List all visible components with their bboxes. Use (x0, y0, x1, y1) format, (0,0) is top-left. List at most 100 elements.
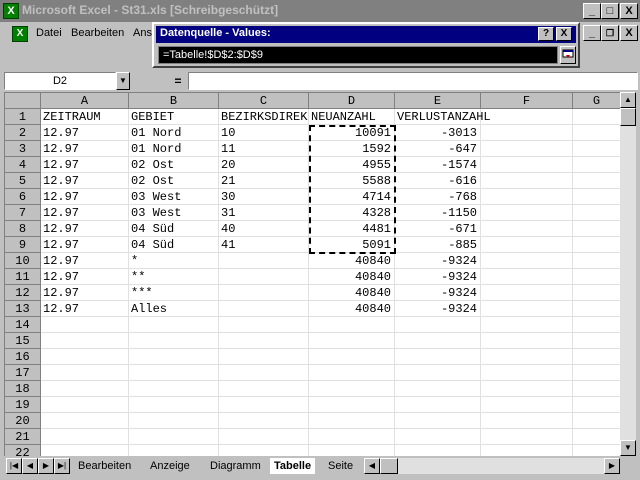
doc-minimize-button[interactable]: _ (583, 25, 601, 41)
cell-c8[interactable]: 40 (221, 221, 235, 237)
column-header-f[interactable]: F (481, 93, 573, 109)
doc-close-button[interactable]: X (620, 25, 638, 41)
row-header-6[interactable]: 6 (5, 189, 41, 205)
cell-e7[interactable]: -1150 (395, 205, 477, 221)
cell-b6[interactable]: 03 West (131, 189, 181, 205)
row-header-22[interactable]: 22 (5, 445, 41, 456)
row-header-21[interactable]: 21 (5, 429, 41, 445)
cell-e9[interactable]: -885 (395, 237, 477, 253)
cell-e11[interactable]: -9324 (395, 269, 477, 285)
cell-d10[interactable]: 40840 (309, 253, 391, 269)
row-header-15[interactable]: 15 (5, 333, 41, 349)
row-header-2[interactable]: 2 (5, 125, 41, 141)
column-header-a[interactable]: A (41, 93, 129, 109)
row-header-12[interactable]: 12 (5, 285, 41, 301)
row-header-19[interactable]: 19 (5, 397, 41, 413)
name-box[interactable]: D2 (4, 72, 116, 90)
cell-e8[interactable]: -671 (395, 221, 477, 237)
column-header-c[interactable]: C (219, 93, 309, 109)
row-header-17[interactable]: 17 (5, 365, 41, 381)
cell-a4[interactable]: 12.97 (43, 157, 79, 173)
sheet-tab-bearbeiten[interactable]: Bearbeiten (78, 458, 131, 474)
header-cell-c[interactable]: BEZIRKSDIREK (221, 109, 307, 125)
cell-e6[interactable]: -768 (395, 189, 477, 205)
cell-e4[interactable]: -1574 (395, 157, 477, 173)
row-header-20[interactable]: 20 (5, 413, 41, 429)
cell-b10[interactable]: * (131, 253, 138, 269)
cell-b4[interactable]: 02 Ost (131, 157, 174, 173)
cell-c7[interactable]: 31 (221, 205, 235, 221)
first-sheet-icon[interactable]: |◀ (6, 458, 22, 474)
row-header-4[interactable]: 4 (5, 157, 41, 173)
row-header-3[interactable]: 3 (5, 141, 41, 157)
sheet-tab-tabelle[interactable]: Tabelle (270, 458, 316, 474)
row-header-16[interactable]: 16 (5, 349, 41, 365)
next-sheet-icon[interactable]: ▶ (38, 458, 54, 474)
row-header-8[interactable]: 8 (5, 221, 41, 237)
maximize-button[interactable]: □ (601, 3, 619, 19)
cell-e2[interactable]: -3013 (395, 125, 477, 141)
cell-b5[interactable]: 02 Ost (131, 173, 174, 189)
row-header-14[interactable]: 14 (5, 317, 41, 333)
cell-c4[interactable]: 20 (221, 157, 235, 173)
header-cell-e[interactable]: VERLUSTANZAHL (397, 109, 491, 125)
sheet-tab-anzeige[interactable]: Anzeige (150, 458, 190, 474)
cell-a9[interactable]: 12.97 (43, 237, 79, 253)
scroll-up-icon[interactable]: ▲ (620, 92, 636, 108)
header-cell-d[interactable]: NEUANZAHL (311, 109, 376, 125)
vertical-scroll-thumb[interactable] (620, 108, 636, 126)
cell-c6[interactable]: 30 (221, 189, 235, 205)
cell-b13[interactable]: Alles (131, 301, 167, 317)
column-header-g[interactable]: G (573, 93, 620, 109)
row-header-18[interactable]: 18 (5, 381, 41, 397)
cell-a12[interactable]: 12.97 (43, 285, 79, 301)
name-box-dropdown-icon[interactable]: ▼ (116, 72, 130, 90)
column-header-e[interactable]: E (395, 93, 481, 109)
row-header-11[interactable]: 11 (5, 269, 41, 285)
cell-b8[interactable]: 04 Süd (131, 221, 174, 237)
range-input[interactable]: =Tabelle!$D$2:$D$9 (158, 46, 558, 64)
vertical-scrollbar[interactable]: ▲ ▼ (620, 92, 636, 456)
dialog-close-button[interactable]: X (556, 27, 572, 41)
cell-d12[interactable]: 40840 (309, 285, 391, 301)
cell-a2[interactable]: 12.97 (43, 125, 79, 141)
cell-a6[interactable]: 12.97 (43, 189, 79, 205)
workbook-icon[interactable]: X (12, 26, 28, 42)
sheet-tab-diagramm[interactable]: Diagramm (210, 458, 261, 474)
edit-formula-button[interactable]: = (170, 72, 186, 90)
last-sheet-icon[interactable]: ▶| (54, 458, 70, 474)
dialog-help-button[interactable]: ? (538, 27, 554, 41)
worksheet-grid[interactable]: A B C D E F G 1 2 3 4 5 6 7 8 9 10 11 12 13 14 15 16 17 18 19 20 21… (4, 92, 620, 456)
cell-a7[interactable]: 12.97 (43, 205, 79, 221)
row-header-9[interactable]: 9 (5, 237, 41, 253)
cell-c3[interactable]: 11 (221, 141, 235, 157)
formula-input[interactable] (188, 72, 638, 90)
cell-a10[interactable]: 12.97 (43, 253, 79, 269)
cell-c9[interactable]: 41 (221, 237, 235, 253)
excel-app-icon[interactable]: X (3, 3, 19, 19)
menu-datei[interactable]: Datei (36, 27, 62, 39)
horizontal-scroll-thumb[interactable] (380, 458, 398, 474)
cell-c2[interactable]: 10 (221, 125, 235, 141)
scroll-down-icon[interactable]: ▼ (620, 440, 636, 456)
cell-a5[interactable]: 12.97 (43, 173, 79, 189)
cell-d13[interactable]: 40840 (309, 301, 391, 317)
cell-e10[interactable]: -9324 (395, 253, 477, 269)
menu-bearbeiten[interactable]: Bearbeiten (71, 27, 124, 39)
row-header-1[interactable]: 1 (5, 109, 41, 125)
cell-e13[interactable]: -9324 (395, 301, 477, 317)
sheet-tab-seite[interactable]: Seite (328, 458, 353, 474)
header-cell-b[interactable]: GEBIET (131, 109, 174, 125)
cell-e3[interactable]: -647 (395, 141, 477, 157)
minimize-button[interactable]: _ (583, 3, 601, 19)
cell-c5[interactable]: 21 (221, 173, 235, 189)
row-header-10[interactable]: 10 (5, 253, 41, 269)
cell-b2[interactable]: 01 Nord (131, 125, 181, 141)
cell-b12[interactable]: *** (131, 285, 153, 301)
cell-d11[interactable]: 40840 (309, 269, 391, 285)
close-button[interactable]: X (620, 3, 638, 19)
cell-b7[interactable]: 03 West (131, 205, 181, 221)
cell-a8[interactable]: 12.97 (43, 221, 79, 237)
scroll-left-icon[interactable]: ◀ (364, 458, 380, 474)
row-header-7[interactable]: 7 (5, 205, 41, 221)
